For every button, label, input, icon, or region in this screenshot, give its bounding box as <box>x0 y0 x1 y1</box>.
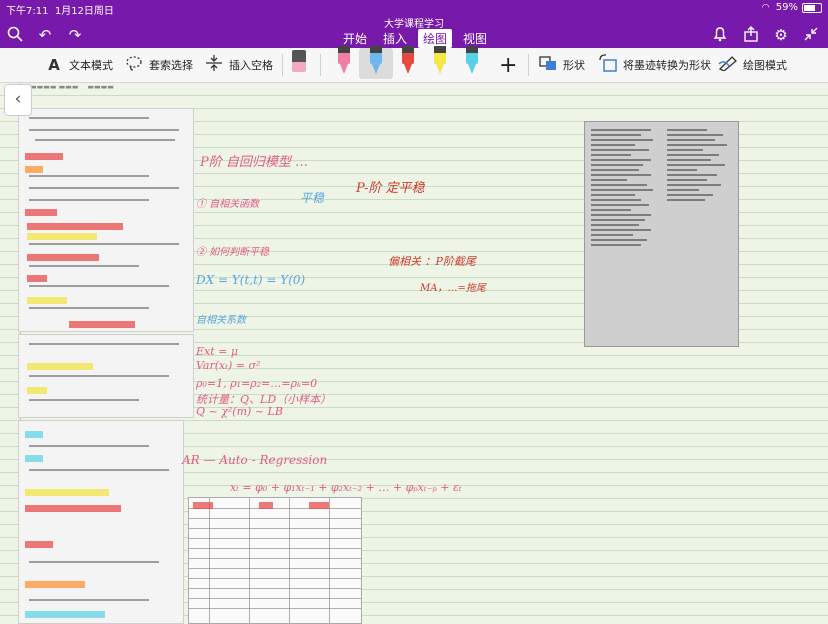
ink-note[interactable]: Q ~ χ²(m) ~ LB <box>196 405 283 418</box>
notes-photo-1[interactable] <box>18 108 194 332</box>
ink-note[interactable]: MA，…=拖尾 <box>420 279 486 294</box>
ink-note[interactable]: Var(xₜ) = σ² <box>196 359 260 372</box>
red-pen-icon[interactable] <box>398 46 418 78</box>
text-icon: A <box>48 56 60 74</box>
table-photo[interactable] <box>188 497 362 624</box>
ink-note[interactable]: DX = Y(t,t) = Y(0) <box>196 273 305 287</box>
insert-space-button[interactable]: 插入空格 <box>204 54 273 76</box>
battery-percent: 59% <box>775 2 798 13</box>
ink-note[interactable]: P阶 自回归模型 … <box>200 151 308 170</box>
pink-pen-icon[interactable] <box>334 46 354 78</box>
text-mode-button[interactable]: A 文本模式 <box>44 56 113 74</box>
ink-note[interactable]: AR — Auto - Regression <box>182 453 327 467</box>
lasso-icon <box>124 55 144 75</box>
back-button[interactable]: ‹ <box>4 84 32 116</box>
scanned-sheet[interactable] <box>584 121 739 347</box>
ink-note[interactable]: ρ₀=1, ρ₁=ρ₂=…=ρₖ=0 <box>196 377 317 390</box>
cyan-highlighter-icon[interactable] <box>462 46 482 78</box>
page-header-date: ▬▬▬▬ ▬▬▬ ▬▬▬▬ <box>30 83 114 91</box>
bell-icon[interactable] <box>711 26 729 44</box>
divider <box>320 54 321 76</box>
search-icon[interactable] <box>6 26 24 44</box>
yellow-highlighter-icon[interactable] <box>430 46 450 78</box>
title-bar: 大学课程学习 ↶ ↷ 开始 插入 绘图 视图 ⚙ <box>0 18 828 48</box>
wifi-icon: ◠ <box>761 2 770 13</box>
note-page[interactable]: ▬▬▬▬ ▬▬▬ ▬▬▬▬ P阶 自回归模型 … ① 自相关函数 P-阶 定平稳… <box>0 83 828 624</box>
ink-note[interactable]: Ext = μ <box>196 345 238 358</box>
add-pen-icon[interactable]: + <box>499 53 517 78</box>
ink-note[interactable]: P-阶 定平稳 <box>356 177 425 196</box>
eraser-button[interactable] <box>292 50 306 72</box>
notes-photo-3[interactable] <box>18 420 184 624</box>
redo-icon[interactable]: ↷ <box>66 26 84 44</box>
ink-note[interactable]: xₜ = φ₀ + φ₁xₜ₋₁ + φ₂xₜ₋₂ + … + φₚxₜ₋ₚ +… <box>230 481 462 494</box>
battery-icon <box>802 2 822 13</box>
ink-note[interactable]: ② 如何判断平稳 <box>196 243 269 258</box>
divider <box>282 54 283 76</box>
undo-icon[interactable]: ↶ <box>36 26 54 44</box>
ink-note[interactable]: 自相关系数 <box>196 311 246 326</box>
chevron-left-icon: ‹ <box>14 89 22 109</box>
lasso-select-button[interactable]: 套索选择 <box>124 56 193 74</box>
eraser-icon <box>292 50 306 72</box>
notes-photo-2[interactable] <box>18 334 194 418</box>
gear-icon[interactable]: ⚙ <box>772 26 790 44</box>
ink-note[interactable]: 平稳 <box>300 189 324 206</box>
share-icon[interactable] <box>742 26 760 44</box>
notebook-title: 大学课程学习 <box>384 19 444 30</box>
blue-pen-icon[interactable] <box>366 46 386 78</box>
insert-space-icon <box>204 54 224 76</box>
collapse-icon[interactable] <box>802 26 820 44</box>
ink-note[interactable]: ① 自相关函数 <box>196 195 259 210</box>
ink-note[interactable]: 偏相关 ：P阶截尾 <box>388 253 476 269</box>
